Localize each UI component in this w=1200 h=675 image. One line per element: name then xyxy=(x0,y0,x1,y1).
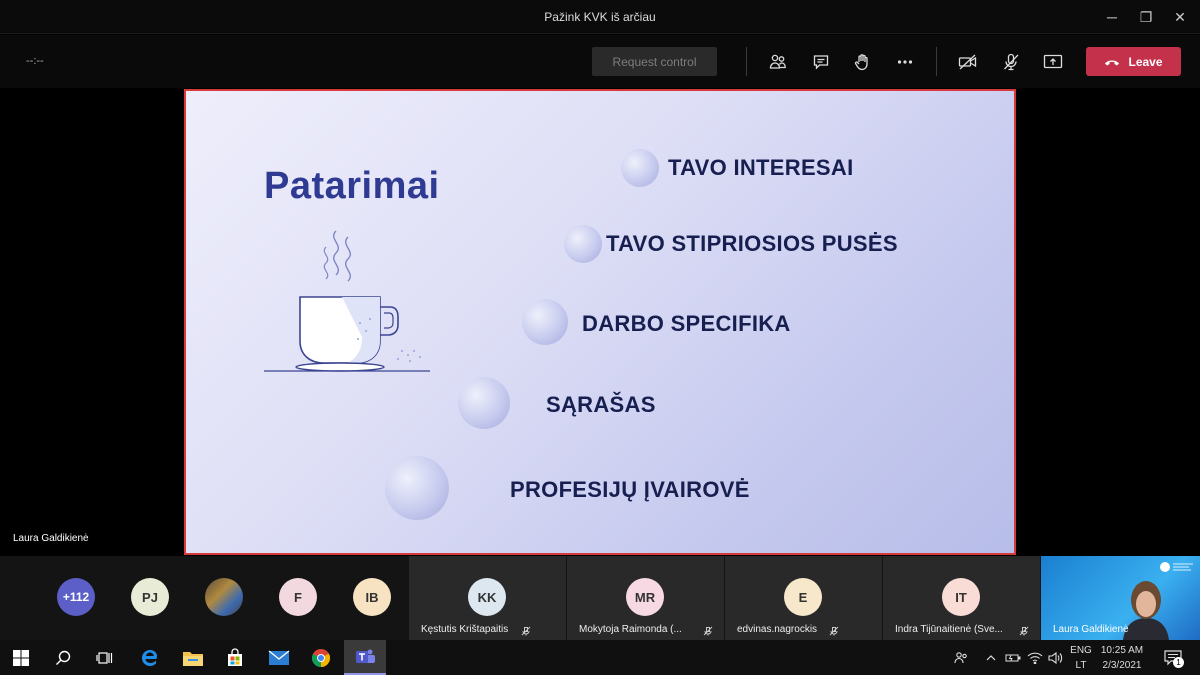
presentation-slide: Patarimai TAVO INTERESAI TAVO STIPRIOSIO… xyxy=(184,89,1016,555)
participant-name: Indra Tijūnaitienė (Sve... xyxy=(895,624,1003,635)
system-clock[interactable]: 10:25 AM 2/3/2021 xyxy=(1098,643,1146,673)
slide-item-1: TAVO INTERESAI xyxy=(668,155,854,180)
participant-name: Kęstutis Krištapaitis xyxy=(421,624,509,635)
slide-item-4: SĄRAŠAS xyxy=(546,392,656,417)
slide-title: Patarimai xyxy=(264,165,440,207)
mic-muted-icon xyxy=(703,626,713,636)
windows-logo-icon xyxy=(13,649,29,666)
toolbar-divider xyxy=(746,47,747,76)
presenter-name: Laura Galdikienė xyxy=(13,533,89,544)
language-top: ENG xyxy=(1070,645,1092,656)
battery-icon[interactable] xyxy=(1003,640,1023,675)
chrome-taskbar-icon[interactable] xyxy=(300,640,342,675)
meeting-toolbar: --:-- Request control Leave xyxy=(0,35,1200,88)
leave-button[interactable]: Leave xyxy=(1086,47,1181,76)
bullet-bubble xyxy=(621,149,659,187)
edge-taskbar-icon[interactable] xyxy=(129,640,171,675)
participant-tile[interactable]: IT Indra Tijūnaitienė (Sve... xyxy=(883,556,1040,640)
participant-avatar: E xyxy=(784,578,822,616)
close-button[interactable]: ✕ xyxy=(1160,0,1200,34)
volume-icon[interactable] xyxy=(1046,640,1066,675)
share-screen-icon[interactable] xyxy=(1038,47,1068,76)
search-button[interactable] xyxy=(42,640,84,675)
raise-hand-icon[interactable] xyxy=(847,47,877,76)
notifications-button[interactable]: 1 xyxy=(1160,640,1186,675)
task-view-icon xyxy=(96,651,113,664)
more-options-icon[interactable] xyxy=(890,47,920,76)
start-button[interactable] xyxy=(0,640,42,675)
participant-avatar: IT xyxy=(942,578,980,616)
kvk-logo-watermark xyxy=(1160,562,1193,572)
mic-muted-icon xyxy=(829,626,839,636)
bullet-bubble xyxy=(385,456,449,520)
wifi-icon[interactable] xyxy=(1025,640,1045,675)
mail-icon xyxy=(268,649,290,665)
leave-label: Leave xyxy=(1128,54,1163,69)
bullet-bubble xyxy=(458,377,510,429)
hang-up-icon xyxy=(1105,60,1120,65)
clock-date: 2/3/2021 xyxy=(1102,660,1142,671)
participant-avatar[interactable]: PJ xyxy=(131,578,169,616)
slide-item-5: PROFESIJŲ ĮVAIROVĖ xyxy=(510,477,750,502)
participant-tile[interactable]: MR Mokytoja Raimonda (... xyxy=(567,556,724,640)
slide-item-3: DARBO SPECIFIKA xyxy=(582,311,791,336)
coffee-cup-icon xyxy=(264,230,430,372)
task-view-button[interactable] xyxy=(84,640,126,675)
clock-time: 10:25 AM xyxy=(1100,645,1144,656)
self-video-tile[interactable]: Laura Galdikienė xyxy=(1041,556,1200,640)
chevron-up-icon[interactable] xyxy=(982,640,1000,675)
self-name: Laura Galdikienė xyxy=(1053,624,1129,635)
windows-taskbar: ENG LT 10:25 AM 2/3/2021 1 xyxy=(0,640,1200,675)
participant-photo-avatar[interactable] xyxy=(205,578,243,616)
mic-muted-icon xyxy=(521,626,531,636)
language-indicator[interactable]: ENG LT xyxy=(1068,643,1094,673)
participant-tile[interactable]: E edvinas.nagrockis xyxy=(725,556,882,640)
mic-muted-icon xyxy=(1019,626,1029,636)
teams-taskbar-icon[interactable] xyxy=(344,640,386,675)
store-bag-icon xyxy=(228,647,242,666)
participants-icon[interactable] xyxy=(763,47,793,76)
window-title: Pažink KVK iš arčiau xyxy=(544,10,656,24)
file-explorer-taskbar-icon[interactable] xyxy=(172,640,214,675)
participant-avatar: MR xyxy=(626,578,664,616)
people-icon[interactable] xyxy=(950,640,972,675)
bullet-bubble xyxy=(564,225,602,263)
participant-tile[interactable]: KK Kęstutis Krištapaitis xyxy=(409,556,566,640)
bullet-bubble xyxy=(522,299,568,345)
chat-icon[interactable] xyxy=(806,47,836,76)
meeting-timer: --:-- xyxy=(26,55,44,67)
camera-off-icon[interactable] xyxy=(953,47,983,76)
shared-content-stage: Patarimai TAVO INTERESAI TAVO STIPRIOSIO… xyxy=(0,88,1200,556)
language-bottom: LT xyxy=(1075,660,1087,671)
teams-icon xyxy=(356,649,375,663)
participant-name: edvinas.nagrockis xyxy=(737,624,818,635)
more-participants-badge[interactable]: +112 xyxy=(57,578,95,616)
request-control-button[interactable]: Request control xyxy=(592,47,717,76)
participants-strip: +112 PJ F IB KK Kęstutis Krištapaitis MR… xyxy=(0,556,1200,640)
window-titlebar: Pažink KVK iš arčiau ─ ❐ ✕ xyxy=(0,0,1200,34)
store-taskbar-icon[interactable] xyxy=(214,640,256,675)
chrome-icon xyxy=(312,648,331,667)
edge-icon xyxy=(142,649,157,666)
folder-icon xyxy=(183,651,203,666)
slide-item-2: TAVO STIPRIOSIOS PUSĖS xyxy=(606,231,898,256)
participant-avatar[interactable]: F xyxy=(279,578,317,616)
toolbar-divider xyxy=(936,47,937,76)
notification-count: 1 xyxy=(1173,657,1184,668)
search-icon xyxy=(56,650,71,665)
mic-off-icon[interactable] xyxy=(996,47,1026,76)
participant-avatar[interactable]: IB xyxy=(353,578,391,616)
participant-name: Mokytoja Raimonda (... xyxy=(579,624,682,635)
participant-avatar: KK xyxy=(468,578,506,616)
mail-taskbar-icon[interactable] xyxy=(258,640,300,675)
